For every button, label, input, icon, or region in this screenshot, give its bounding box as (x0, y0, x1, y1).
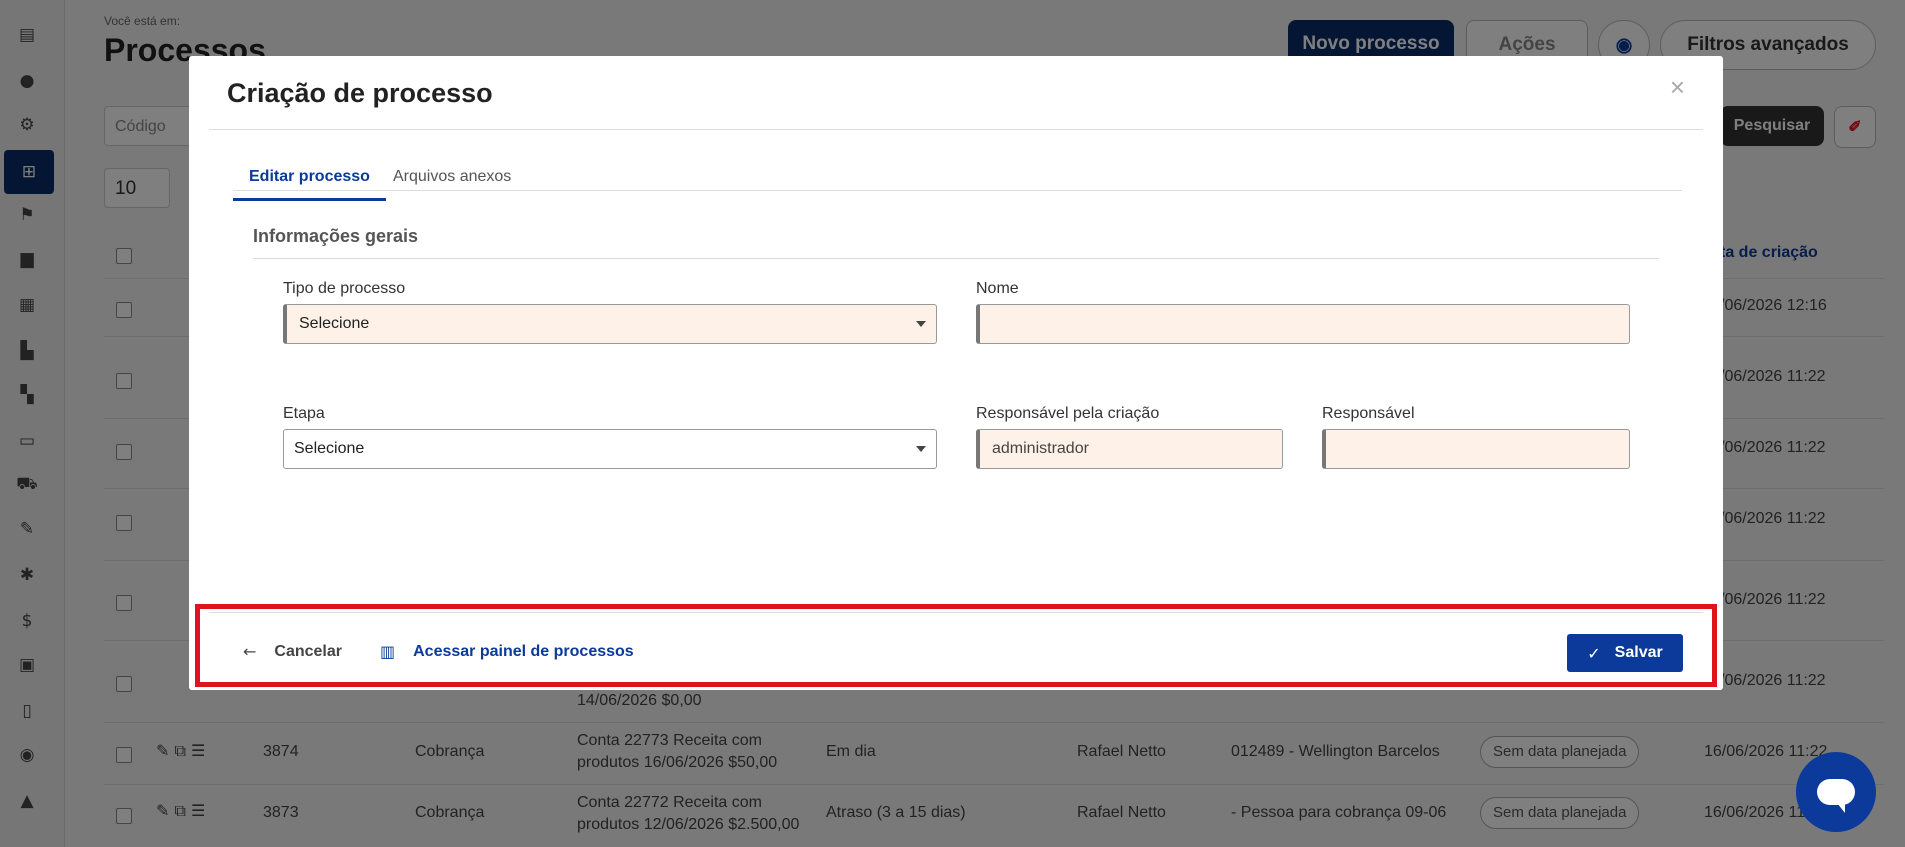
name-input[interactable] (992, 305, 1629, 343)
tab-attachments[interactable]: Arquivos anexos (377, 156, 527, 198)
close-icon[interactable]: × (1670, 72, 1685, 103)
chevron-down-icon (916, 321, 926, 327)
tab-edit-process[interactable]: Editar processo (233, 156, 386, 201)
stage-select[interactable]: Selecione (283, 429, 937, 469)
chevron-down-icon (916, 446, 926, 452)
tabs-divider (233, 190, 1682, 191)
responsible-input[interactable] (1338, 430, 1629, 468)
chat-button[interactable] (1796, 752, 1876, 832)
created-by-label: Responsável pela criação (976, 405, 1160, 422)
responsible-field[interactable] (1322, 429, 1630, 469)
process-type-label: Tipo de processo (283, 280, 406, 297)
created-by-field: administrador (976, 429, 1283, 469)
stage-label: Etapa (283, 405, 325, 422)
name-label: Nome (976, 280, 1019, 297)
modal-title: Criação de processo (227, 78, 493, 108)
chat-icon (1817, 779, 1855, 813)
section-divider (253, 258, 1659, 259)
responsible-label: Responsável (1322, 405, 1415, 422)
header-divider (209, 129, 1703, 130)
created-by-value: administrador (992, 440, 1089, 457)
process-type-select[interactable]: Selecione (283, 304, 937, 344)
stage-value: Selecione (294, 440, 365, 457)
name-field[interactable] (976, 304, 1630, 344)
section-title: Informações gerais (253, 226, 419, 246)
footer-highlight-box (195, 604, 1717, 687)
process-type-value: Selecione (299, 315, 370, 332)
create-process-modal: Criação de processo × Editar processo Ar… (189, 56, 1723, 690)
